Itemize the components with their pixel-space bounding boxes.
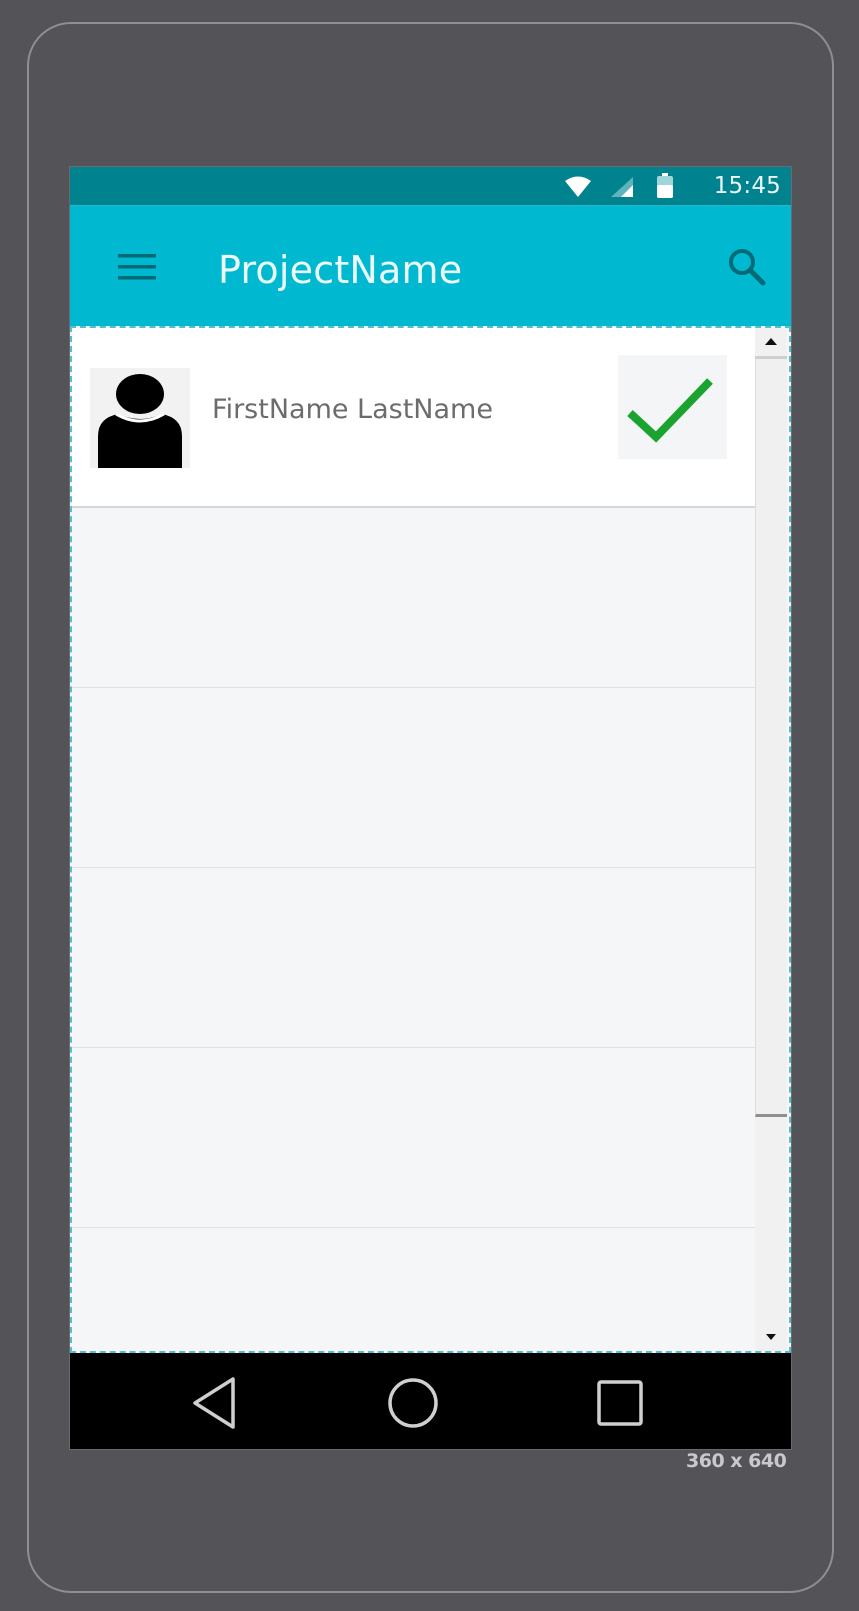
search-icon[interactable] [726, 246, 768, 288]
person-icon [90, 368, 190, 468]
status-bar: 15:45 [70, 167, 791, 206]
screen-size-label: 360 x 640 [686, 1450, 787, 1472]
list-item[interactable] [72, 508, 759, 688]
list-item[interactable] [72, 688, 759, 868]
app-title: ProjectName [218, 248, 463, 292]
app-bar: ProjectName [70, 206, 791, 326]
scroll-down-arrow-icon[interactable] [755, 1323, 787, 1351]
scroll-up-arrow-icon[interactable] [755, 328, 787, 359]
battery-icon [656, 173, 674, 203]
list-item[interactable] [72, 1048, 759, 1228]
navigation-bar [70, 1353, 791, 1449]
list-item[interactable]: FirstName LastName [72, 328, 759, 508]
vertical-scrollbar[interactable] [755, 328, 787, 1351]
recents-icon[interactable] [590, 1373, 650, 1433]
hamburger-menu-icon[interactable] [118, 250, 158, 284]
status-time: 15:45 [713, 173, 781, 199]
phone-screen: 15:45 ProjectName FirstName LastName [70, 167, 791, 1449]
contact-list[interactable]: FirstName LastName [70, 326, 791, 1353]
scrollbar-thumb[interactable] [755, 359, 787, 1117]
wifi-icon [564, 176, 592, 202]
check-icon[interactable] [618, 355, 727, 459]
back-icon[interactable] [185, 1373, 245, 1433]
home-icon[interactable] [383, 1373, 443, 1433]
cell-signal-icon [610, 176, 634, 202]
list-item[interactable] [72, 868, 759, 1048]
contact-name: FirstName LastName [212, 394, 493, 425]
